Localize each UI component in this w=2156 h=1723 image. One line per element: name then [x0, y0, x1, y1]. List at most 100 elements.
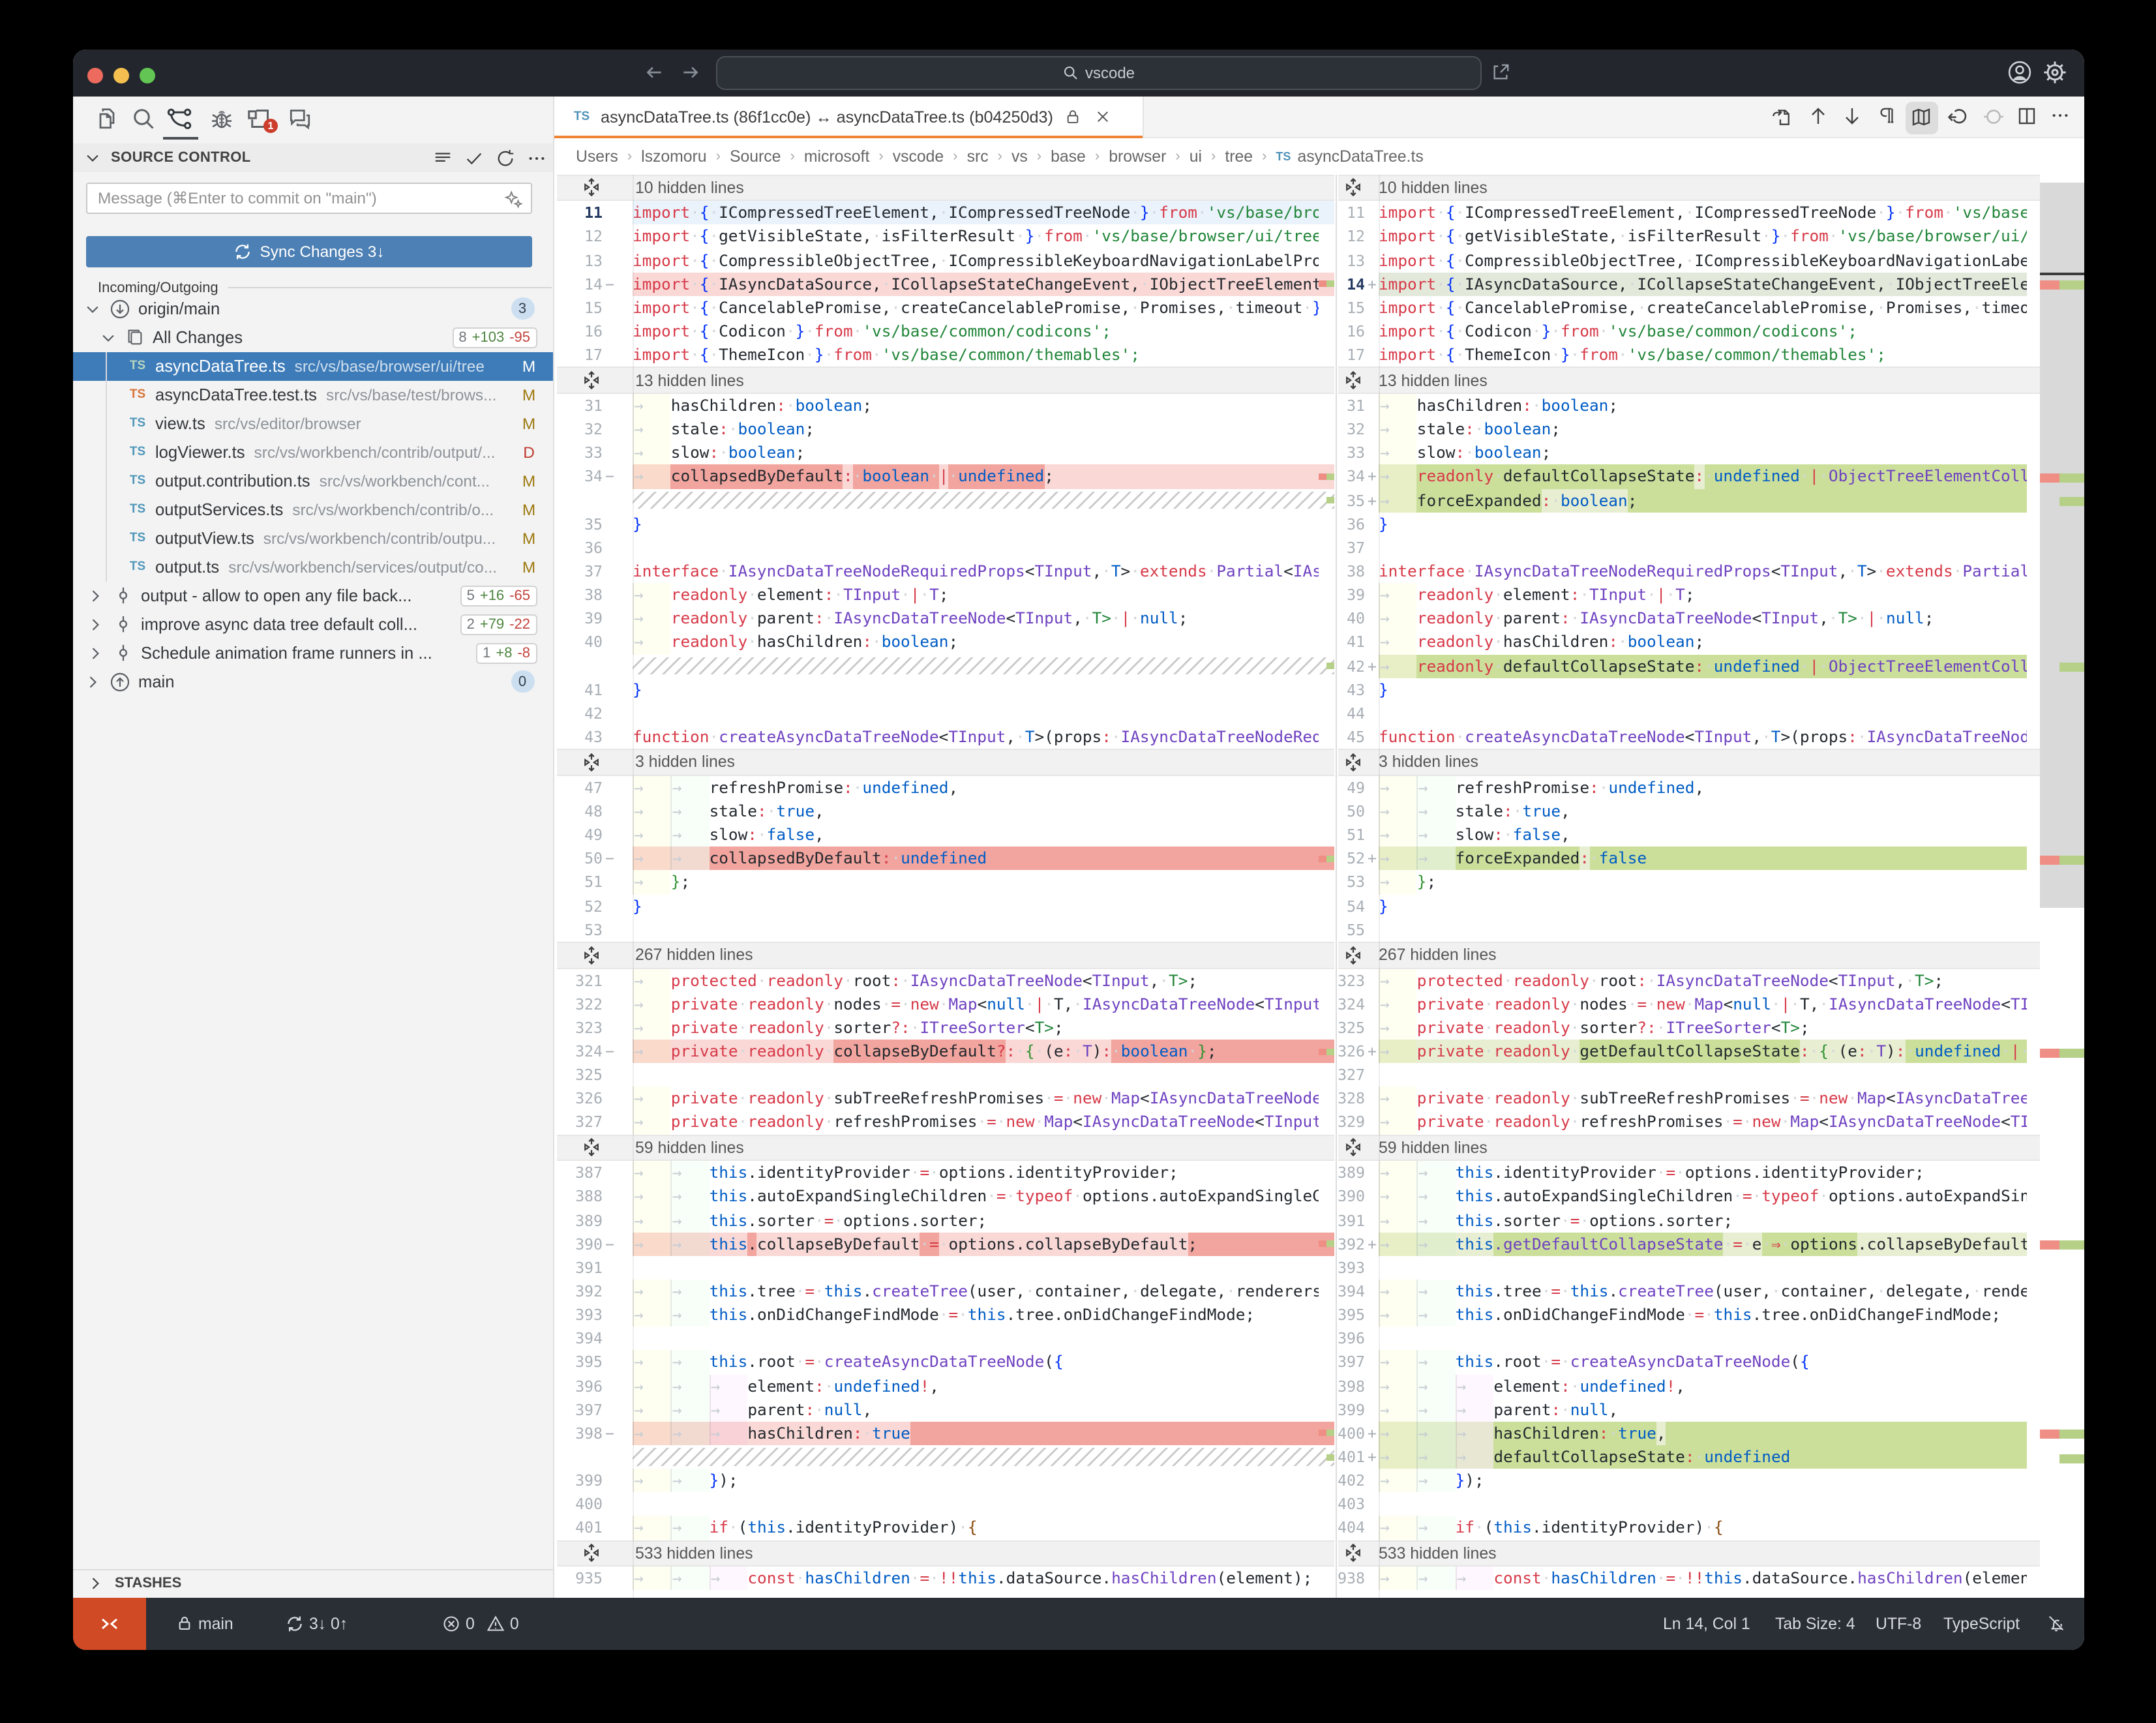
view-as-list-icon[interactable] [433, 148, 453, 168]
hidden-lines-separator[interactable]: 59 hidden lines [556, 1134, 1334, 1161]
code-line-modified-402[interactable]: 402 → →}); [1338, 1469, 2084, 1493]
code-line-original-396[interactable]: 396 → → → element:·undefined!, [556, 1374, 1334, 1398]
open-new-window-icon[interactable] [1491, 63, 1510, 82]
language-indicator[interactable]: TypeScript [1943, 1597, 2020, 1649]
hidden-lines-separator[interactable]: 10 hidden lines [1338, 174, 2084, 202]
code-line-original-51[interactable]: 51 →}; [556, 870, 1334, 895]
sync-status[interactable]: 3↓ 0↑ [286, 1597, 348, 1649]
code-line-modified-14[interactable]: 14 + import·{·IAsyncDataSource,·ICollapseS… [1338, 272, 2084, 296]
hidden-lines-separator[interactable]: 3 hidden lines [556, 749, 1334, 776]
code-line-original-390[interactable]: 390− → → this.collapseByDefault·=·options.c… [556, 1232, 1334, 1256]
code-line-modified-400[interactable]: 400 + → → → hasChildren:·true, [1338, 1421, 2084, 1445]
code-line-modified-39[interactable]: 39 → readonly·element:·TInput·|·T; [1338, 583, 2084, 607]
hidden-lines-separator[interactable]: 533 hidden lines [1338, 1540, 2084, 1567]
code-line-modified-13[interactable]: 13 import·{·CompressibleObjectTree,·IComp… [1338, 248, 2084, 272]
diff-modified-pane[interactable]: 10 hidden lines 11 import·{·ICompressedTre… [1338, 174, 2084, 1597]
code-line-modified-53[interactable]: 53 →}; [1338, 870, 2084, 895]
code-line-original-395[interactable]: 395 → → this.root·=·createAsyncDataTreeNode… [556, 1350, 1334, 1375]
previous-change-icon[interactable] [1807, 105, 1828, 126]
hidden-lines-separator[interactable]: 13 hidden lines [556, 367, 1334, 394]
incoming-outgoing-section[interactable]: Incoming/Outgoing [98, 280, 552, 295]
hidden-lines-separator[interactable]: 267 hidden lines [1338, 941, 2084, 969]
code-line-modified-396[interactable]: 396 [1338, 1327, 2084, 1351]
breadcrumb-item[interactable]: tree [1225, 147, 1253, 166]
code-line-modified-326[interactable]: 326 + → private·readonly·getDefaultCollapse… [1338, 1040, 2084, 1064]
back-arrow-icon[interactable] [643, 61, 665, 83]
code-line-modified-34[interactable]: 34 + → readonly·defaultCollapseState:·undef… [1338, 464, 2084, 489]
tree-item-file-output.contribution.ts[interactable]: TS output.contribution.ts src/vs/workbench… [73, 466, 552, 495]
code-line-original-13[interactable]: 13 import·{·CompressibleObjectTree,·IComp… [556, 248, 1334, 272]
encoding-indicator[interactable]: UTF-8 [1876, 1597, 1921, 1649]
commit-message-input[interactable]: Message (⌘Enter to commit on "main") [86, 183, 532, 213]
scrollbar-thumb[interactable] [2040, 182, 2084, 907]
code-line-original-48[interactable]: 48 → → stale:·true, [556, 799, 1334, 824]
breadcrumb-item[interactable]: vs [1011, 147, 1028, 166]
unfold-icon[interactable] [1343, 178, 1362, 198]
code-line-modified-32[interactable]: 32 → stale:·boolean; [1338, 417, 2084, 442]
breadcrumb-item[interactable]: browser [1109, 147, 1166, 166]
code-line-modified-938[interactable]: 938 → → → const·hasChildren·=·!!this.dataSou… [1338, 1566, 2084, 1591]
code-line-modified-37[interactable]: 37 [1338, 536, 2084, 560]
notifications-bell-icon[interactable] [2046, 1597, 2066, 1649]
code-line-original-324[interactable]: 324− → private·readonly·collapseByDefault?… [556, 1040, 1334, 1064]
code-line-modified-401[interactable]: 401 + → → → defaultCollapseState:·undefined [1338, 1445, 2084, 1469]
tree-item-main[interactable]: main 0 [73, 667, 552, 696]
tree-item-file-asyncDataTree.test.ts[interactable]: TS asyncDataTree.test.ts src/vs/base/test/… [73, 380, 552, 409]
breadcrumb-item[interactable]: lszomoru [641, 147, 707, 166]
code-line-modified-33[interactable]: 33 → slow:·boolean; [1338, 441, 2084, 465]
cursor-position[interactable]: Ln 14, Col 1 [1663, 1597, 1750, 1649]
code-line-original-47[interactable]: 47 → → refreshPromise:·undefined, [556, 775, 1334, 800]
code-line-original-34[interactable]: 34− → collapsedByDefault:·boolean·|·undefi… [556, 464, 1334, 489]
more-actions-icon[interactable] [527, 148, 546, 168]
code-line-modified-51[interactable]: 51 → → slow:·false, [1338, 823, 2084, 847]
breadcrumb-item[interactable]: microsoft [804, 147, 870, 166]
tree-item-commit-0[interactable]: output - allow to open any file back... 5… [73, 581, 552, 610]
tree-item-file-view.ts[interactable]: TS view.ts src/vs/editor/browser M [73, 409, 552, 438]
code-line-modified-389[interactable]: 389 → → this.identityProvider·=·options.ide… [1338, 1161, 2084, 1185]
code-line-original-31[interactable]: 31 → hasChildren:·boolean; [556, 393, 1334, 418]
code-line-original-326[interactable]: 326 → private·readonly·subTreeRefreshPromi… [556, 1086, 1334, 1111]
code-line-modified-392[interactable]: 392 + → → this.getDefaultCollapseState·=·e·⇒… [1338, 1232, 2084, 1256]
code-line-original-391[interactable]: 391 [556, 1256, 1334, 1280]
code-line-original-322[interactable]: 322 → private·readonly·nodes·=·new·Map<nul… [556, 992, 1334, 1016]
code-line-original-35[interactable]: 35} [556, 512, 1334, 535]
source-control-icon[interactable] [166, 105, 193, 132]
code-line-original-36[interactable]: 36 [556, 536, 1334, 560]
code-line-modified-52[interactable]: 52 + → → forceExpanded:·false [1338, 847, 2084, 871]
code-line-modified-324[interactable]: 324 → private·readonly·nodes·=·new·Map<nul… [1338, 992, 2084, 1016]
code-line-original-392[interactable]: 392 → → this.tree·=·this.createTree(user,·c… [556, 1280, 1334, 1304]
code-line-modified-55[interactable]: 55 [1338, 918, 2084, 941]
code-line-modified-49[interactable]: 49 → → refreshPromise:·undefined, [1338, 775, 2084, 800]
code-line-original-52[interactable]: 52} [556, 894, 1334, 918]
breadcrumb-item[interactable]: src [967, 147, 989, 166]
search-icon[interactable] [130, 105, 157, 131]
code-line-modified-395[interactable]: 395 → → this.onDidChangeFindMode·=·this.tre… [1338, 1303, 2084, 1327]
code-line-modified-17[interactable]: 17 import·{·ThemeIcon·}·from·'vs/base/com… [1338, 343, 2084, 367]
code-line-original-400[interactable]: 400 [556, 1493, 1334, 1516]
code-line-original-40[interactable]: 40 → readonly·hasChildren:·boolean; [556, 630, 1334, 655]
unfold-icon[interactable] [581, 178, 601, 198]
code-line-modified-44[interactable]: 44 [1338, 702, 2084, 725]
code-line-modified-325[interactable]: 325 → private·readonly·sorter?:·ITreeSorte… [1338, 1015, 2084, 1040]
source-control-header[interactable]: SOURCE CONTROL [73, 143, 552, 172]
code-line-modified-50[interactable]: 50 → → stale:·true, [1338, 799, 2084, 824]
code-line-original-327[interactable]: 327 → private·readonly·refreshPromises·=·n… [556, 1110, 1334, 1135]
code-line-original-43[interactable]: 43 function·createAsyncDataTreeNode<TInpu… [556, 725, 1334, 749]
breadcrumb-item[interactable]: Users [576, 147, 618, 166]
code-line-original-321[interactable]: 321 → protected·readonly·root:·IAsyncDataT… [556, 968, 1334, 993]
hidden-lines-separator[interactable]: 533 hidden lines [556, 1540, 1334, 1567]
code-line-modified-36[interactable]: 36} [1338, 512, 2084, 535]
code-line-modified-43[interactable]: 43} [1338, 678, 2084, 701]
code-line-modified-12[interactable]: 12 import·{·getVisibleState,·isFilterResu… [1338, 225, 2084, 248]
settings-gear-icon[interactable] [2043, 60, 2067, 85]
code-line-modified-31[interactable]: 31 → hasChildren:·boolean; [1338, 393, 2084, 418]
code-line-original-387[interactable]: 387 → → this.identityProvider·=·options.ide… [556, 1161, 1334, 1185]
code-line-modified-397[interactable]: 397 → → this.root·=·createAsyncDataTreeNode… [1338, 1350, 2084, 1375]
code-line-original-935[interactable]: 935 → → → const·hasChildren·=·!!this.dataSou… [556, 1566, 1334, 1591]
unfold-icon[interactable] [1343, 1544, 1362, 1563]
code-line-modified-391[interactable]: 391 → → this.sorter·=·options.sorter; [1338, 1208, 2084, 1233]
unfold-icon[interactable] [1343, 1138, 1362, 1158]
next-change-icon[interactable] [1841, 105, 1862, 126]
editor-more-actions-icon[interactable] [2050, 105, 2069, 125]
breadcrumbs[interactable]: Users › lszomoru › Source › microsoft › vscode › s… [554, 138, 2084, 174]
